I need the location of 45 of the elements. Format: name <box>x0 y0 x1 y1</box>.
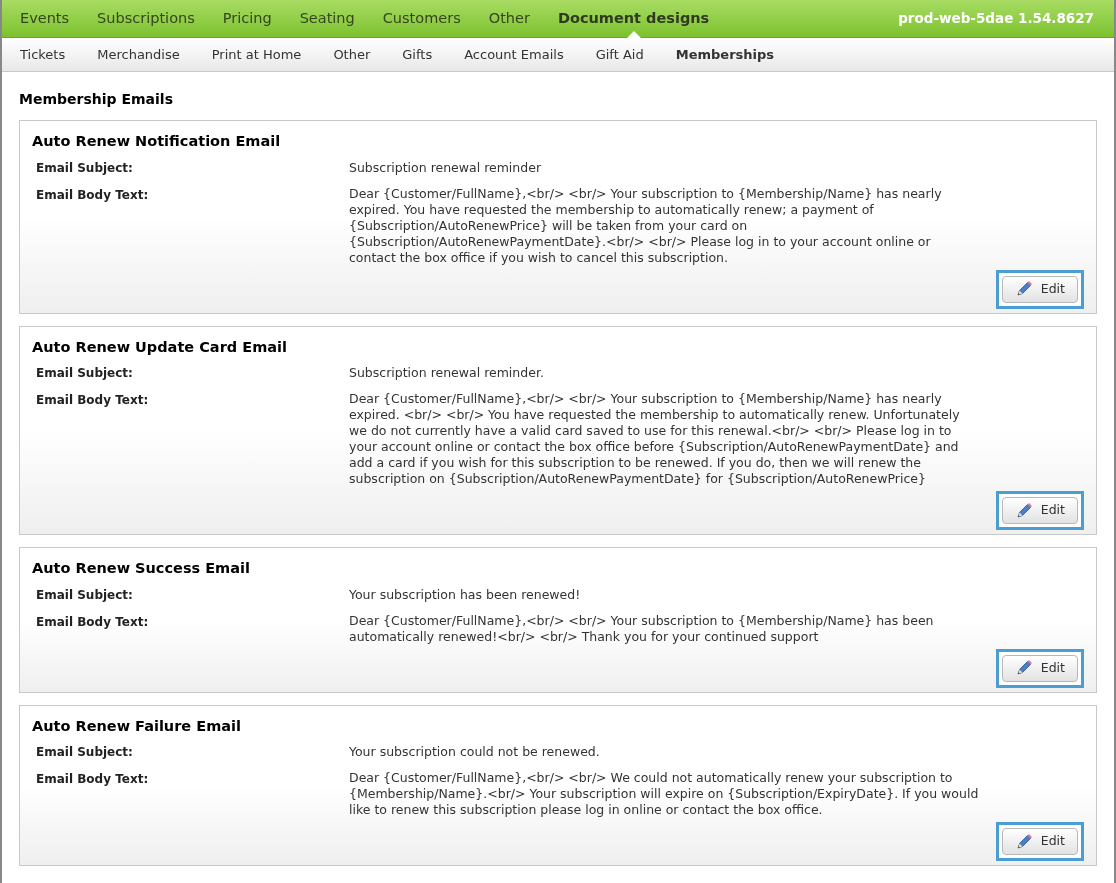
email-body: Dear {Customer/FullName},<br/> <br/> We could not automatically renew your subscription to {Membership/Name}.<br/> Your subscription will expire on {Subscription/ExpiryDate}. If you would like to renew this subscription please log in online or contact the box office. <box>349 770 979 818</box>
edit-button[interactable]: Edit <box>1001 497 1078 524</box>
field-label: Email Body Text: <box>35 186 150 204</box>
pencil-icon <box>1014 659 1033 677</box>
email-subject: Subscription renewal reminder. <box>349 364 544 383</box>
top-nav-tab[interactable]: Other <box>474 7 544 30</box>
sub-nav-tab[interactable]: Gift Aid <box>581 44 658 65</box>
email-title: Auto Renew Failure Email <box>32 716 242 736</box>
sub-nav-tab[interactable]: Memberships <box>661 44 789 65</box>
email-title: Auto Renew Notification Email <box>32 132 282 151</box>
field-label: Email Subject: <box>35 744 134 762</box>
top-nav-tab[interactable]: Seating <box>285 7 369 30</box>
sub-nav-tab[interactable]: Other <box>319 44 385 65</box>
top-nav-tab[interactable]: Events <box>6 7 84 30</box>
top-nav-tab[interactable]: Pricing <box>208 7 286 30</box>
top-nav-tab[interactable]: Subscriptions <box>83 7 209 30</box>
field-label: Email Subject: <box>35 365 134 383</box>
server-version: prod-web-5dae 1.54.8627 <box>898 9 1094 29</box>
sub-nav-tab[interactable]: Tickets <box>6 44 80 65</box>
field-label: Email Subject: <box>35 586 134 604</box>
field-label: Email Body Text: <box>35 771 150 788</box>
sub-nav-tab[interactable]: Print at Home <box>197 44 316 65</box>
pencil-icon <box>1014 501 1033 520</box>
email-body: Dear {Customer/FullName},<br/> <br/> Your subscription to {Membership/Name} has nearly expired. <br/> <br/> You have requested the membership to automatically renew. Unfortunately we do not currently have a valid card saved to use for this renewal.<br/> <br/> Please log in to your account online or contact the box office before {Subscription/AutoRenewPaymentDate} and add a card if you wish for this subscription to be renewed. If you do, then we will renew the subscription on {Subscription/AutoRenewPaymentDate} for {Subscription/AutoRenewPrice} <box>349 391 961 487</box>
pencil-icon <box>1014 832 1033 851</box>
email-body: Dear {Customer/FullName},<br/> <br/> Your subscription to {Membership/Name} has nearly expired. You have requested the membership to automatically renew; a payment of {Subscription/AutoRenewPrice} will be taken from your card on {Subscription/AutoRenewPaymentDate}.<br/> <br/> Please log in to your account online or contact the box office if you wish to cancel this subscription. <box>349 185 943 266</box>
email-subject: Subscription renewal reminder <box>349 158 542 177</box>
pencil-icon <box>1014 280 1033 298</box>
sub-nav-tab[interactable]: Merchandise <box>83 44 194 65</box>
edit-button[interactable]: Edit <box>1001 654 1078 682</box>
sub-nav-tab[interactable]: Account Emails <box>450 44 578 65</box>
sub-nav-tab[interactable]: Gifts <box>388 44 447 65</box>
top-nav-tab[interactable]: Customers <box>368 7 475 30</box>
email-subject: Your subscription has been renewed! <box>349 585 581 604</box>
email-title: Auto Renew Update Card Email <box>32 337 288 357</box>
field-label: Email Body Text: <box>35 392 150 409</box>
top-nav-tab[interactable]: Document designs <box>543 7 724 30</box>
edit-button[interactable]: Edit <box>1001 275 1078 303</box>
field-label: Email Body Text: <box>35 613 150 631</box>
section-title: Membership Emails <box>19 90 174 109</box>
email-body: Dear {Customer/FullName},<br/> <br/> Your subscription to {Membership/Name} has been automatically renewed!<br/> <br/> Thank you for your continued support <box>349 612 935 645</box>
email-subject: Your subscription could not be renewed. <box>349 743 600 762</box>
edit-button[interactable]: Edit <box>1001 828 1078 855</box>
field-label: Email Subject: <box>35 159 134 177</box>
email-title: Auto Renew Success Email <box>32 559 251 578</box>
